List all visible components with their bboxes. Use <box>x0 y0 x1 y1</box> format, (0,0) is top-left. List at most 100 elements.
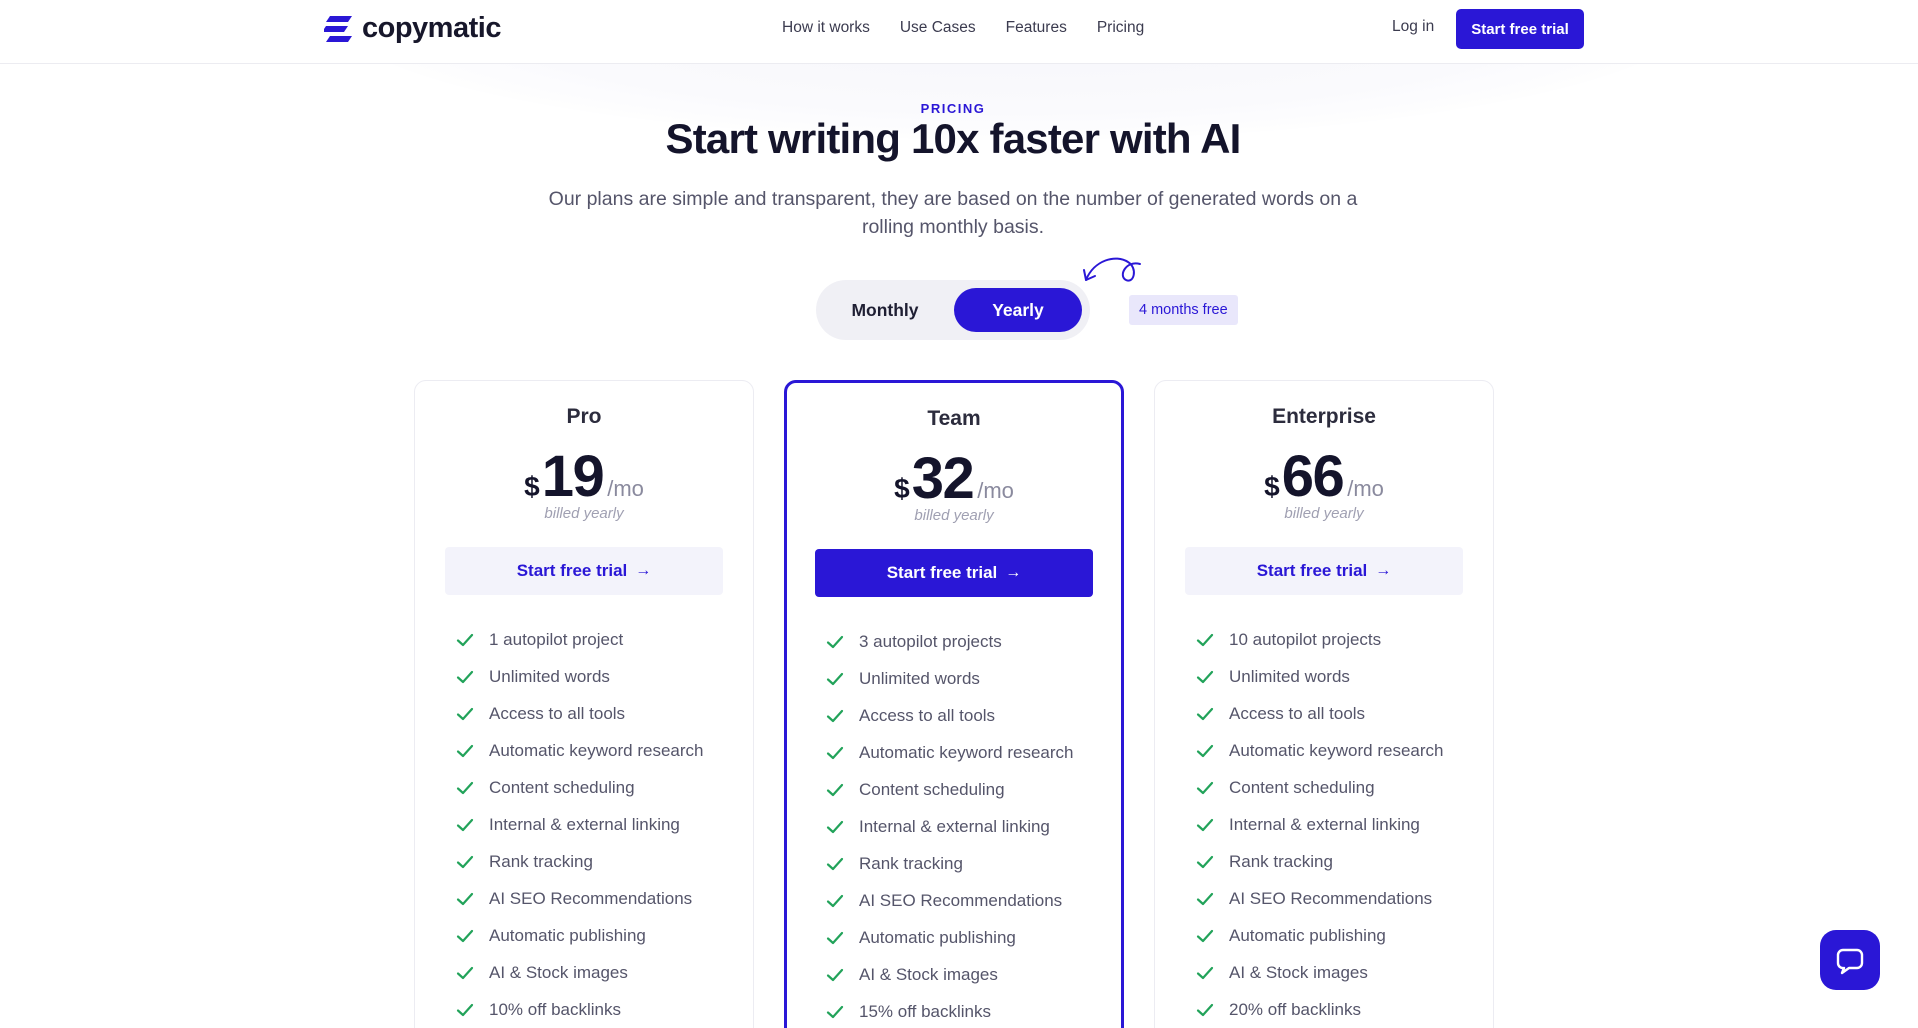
logo[interactable]: copymatic <box>324 12 501 45</box>
promo-badge: 4 months free <box>1129 295 1238 325</box>
feature-item: 15% off backlinks <box>825 993 1073 1028</box>
feature-item: Access to all tools <box>825 697 1073 734</box>
billing-note: billed yearly <box>544 505 624 522</box>
check-icon <box>1196 744 1214 757</box>
feature-item: 3 autopilot projects <box>825 623 1073 660</box>
feature-label: 1 autopilot project <box>489 629 624 649</box>
feature-item: AI SEO Recommendations <box>825 882 1073 919</box>
feature-label: AI & Stock images <box>489 962 628 982</box>
chat-widget-button[interactable] <box>1820 930 1880 990</box>
price-period: /mo <box>977 478 1014 503</box>
feature-item: Automatic keyword research <box>1195 732 1443 769</box>
feature-label: Rank tracking <box>859 853 963 873</box>
feature-label: Internal & external linking <box>859 816 1050 836</box>
feature-list: 10 autopilot projects Unlimited words Acce… <box>1195 621 1443 1028</box>
nav-how-it-works[interactable]: How it works <box>782 19 870 37</box>
feature-label: Access to all tools <box>489 703 626 723</box>
feature-label: Automatic keyword research <box>489 740 704 760</box>
feature-list: 1 autopilot project Unlimited words Access… <box>455 621 703 1028</box>
cta-label: Start free trial <box>1256 561 1368 580</box>
page-subtitle: Our plans are simple and transparent, th… <box>548 188 1358 238</box>
nav-use-cases[interactable]: Use Cases <box>900 19 976 37</box>
feature-label: Content scheduling <box>489 777 635 797</box>
check-icon <box>826 1005 844 1018</box>
check-icon <box>1196 929 1214 942</box>
feature-label: Internal & external linking <box>1229 814 1420 834</box>
check-icon <box>826 635 844 648</box>
feature-item: AI & Stock images <box>1195 954 1443 991</box>
main-nav: How it works Use Cases Features Pricing <box>782 0 1144 56</box>
price-amount: 32 <box>911 446 975 511</box>
feature-item: Automatic publishing <box>455 917 703 954</box>
feature-label: Unlimited words <box>859 668 980 688</box>
plan-card-pro: Pro $ 19 /mo billed yearly Start free tr… <box>414 380 754 1028</box>
feature-list: 3 autopilot projects Unlimited words Acces… <box>825 623 1073 1028</box>
login-link[interactable]: Log in <box>1392 18 1434 36</box>
plan-name: Team <box>927 407 981 430</box>
cta-label: Start free trial <box>886 563 998 582</box>
feature-label: AI SEO Recommendations <box>859 890 1063 910</box>
billing-note: billed yearly <box>1284 505 1364 522</box>
feature-item: 1 autopilot project <box>455 621 703 658</box>
feature-item: Internal & external linking <box>1195 806 1443 843</box>
check-icon <box>456 818 474 831</box>
feature-item: Access to all tools <box>1195 695 1443 732</box>
check-icon <box>456 781 474 794</box>
feature-label: 20% off backlinks <box>1229 999 1361 1019</box>
enterprise-start-trial-button[interactable]: Start free trial → <box>1185 547 1463 595</box>
feature-label: Automatic publishing <box>489 925 646 945</box>
feature-item: Content scheduling <box>825 771 1073 808</box>
feature-item: Unlimited words <box>455 658 703 695</box>
nav-pricing[interactable]: Pricing <box>1097 19 1144 37</box>
logo-text: copymatic <box>362 12 501 44</box>
check-icon <box>1196 855 1214 868</box>
arrow-right-icon: → <box>635 562 652 579</box>
site-header: copymatic How it works Use Cases Feature… <box>0 0 1918 64</box>
check-icon <box>456 707 474 720</box>
check-icon <box>456 892 474 905</box>
feature-item: Internal & external linking <box>455 806 703 843</box>
plan-price: $ 19 /mo <box>415 443 753 510</box>
feature-item: Unlimited words <box>1195 658 1443 695</box>
feature-item: Automatic keyword research <box>455 732 703 769</box>
check-icon <box>1196 781 1214 794</box>
plan-card-team: Team $ 32 /mo billed yearly Start free t… <box>784 380 1124 1028</box>
feature-label: Automatic publishing <box>859 927 1016 947</box>
toggle-monthly[interactable]: Monthly <box>828 288 942 332</box>
check-icon <box>1196 966 1214 979</box>
feature-item: Access to all tools <box>455 695 703 732</box>
feature-label: 10 autopilot projects <box>1229 629 1382 649</box>
check-icon <box>826 746 844 759</box>
arrow-right-icon: → <box>1005 564 1022 581</box>
check-icon <box>826 783 844 796</box>
feature-item: AI SEO Recommendations <box>455 880 703 917</box>
toggle-yearly[interactable]: Yearly <box>954 288 1082 332</box>
feature-item: Content scheduling <box>455 769 703 806</box>
feature-item: Automatic publishing <box>1195 917 1443 954</box>
header-start-trial-button[interactable]: Start free trial <box>1456 9 1584 49</box>
feature-label: Rank tracking <box>1229 851 1333 871</box>
check-icon <box>456 855 474 868</box>
feature-item: Rank tracking <box>1195 843 1443 880</box>
feature-label: Access to all tools <box>1229 703 1366 723</box>
nav-features[interactable]: Features <box>1006 19 1067 37</box>
feature-label: Access to all tools <box>859 705 996 725</box>
plan-price: $ 66 /mo <box>1155 443 1493 510</box>
price-period: /mo <box>607 476 644 501</box>
price-amount: 66 <box>1281 444 1345 509</box>
team-start-trial-button[interactable]: Start free trial → <box>815 549 1093 597</box>
feature-label: AI SEO Recommendations <box>1229 888 1433 908</box>
price-currency: $ <box>894 473 910 504</box>
feature-item: 10% off backlinks <box>455 991 703 1028</box>
check-icon <box>456 929 474 942</box>
pro-start-trial-button[interactable]: Start free trial → <box>445 547 723 595</box>
billing-note: billed yearly <box>914 507 994 524</box>
check-icon <box>826 931 844 944</box>
feature-item: Content scheduling <box>1195 769 1443 806</box>
arrow-right-icon: → <box>1375 562 1392 579</box>
plan-card-enterprise: Enterprise $ 66 /mo billed yearly Start … <box>1154 380 1494 1028</box>
billing-toggle: Monthly Yearly <box>816 280 1090 340</box>
feature-label: 15% off backlinks <box>859 1001 991 1021</box>
chat-bubble-icon <box>1836 948 1864 975</box>
check-icon <box>456 633 474 646</box>
